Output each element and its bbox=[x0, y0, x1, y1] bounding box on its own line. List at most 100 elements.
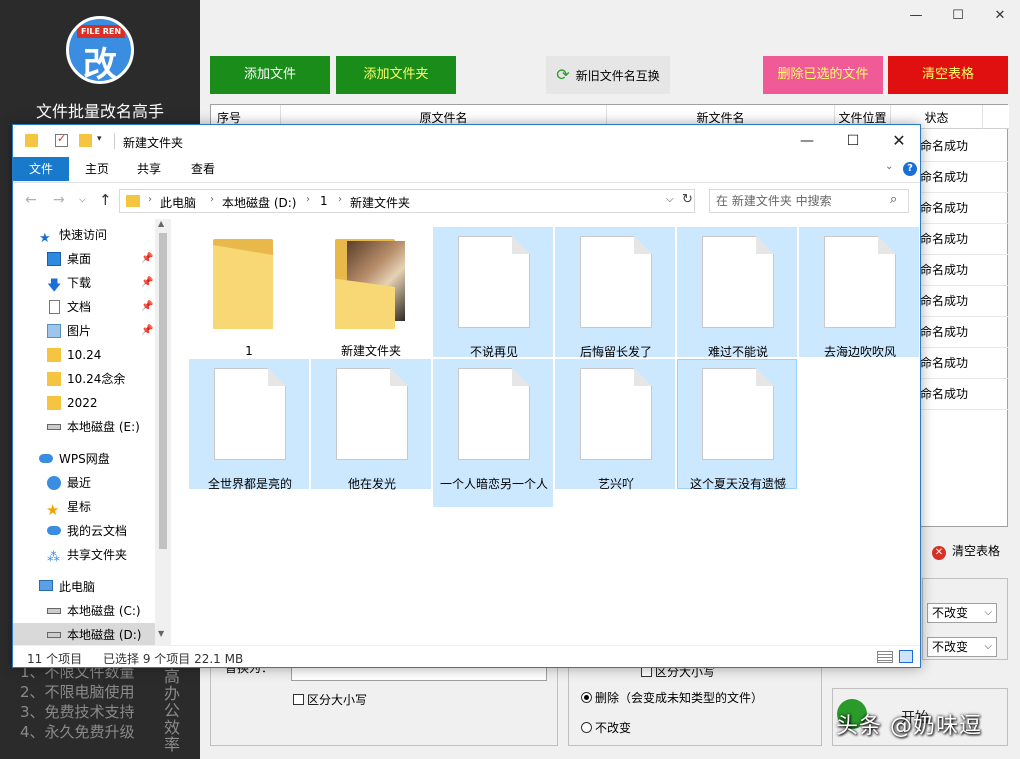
file-icon bbox=[580, 236, 652, 328]
folder-icon[interactable] bbox=[25, 134, 38, 147]
nav-item-downloads[interactable]: 🡇 下载 📌 bbox=[13, 271, 155, 295]
close-button[interactable]: ✕ bbox=[988, 6, 1012, 26]
recent-locations-icon[interactable]: ⌵ bbox=[79, 195, 86, 205]
nav-item-wps-cloud[interactable]: WPS网盘 bbox=[13, 447, 155, 471]
nav-item-drive-c[interactable]: 本地磁盘 (C:) bbox=[13, 599, 155, 623]
nav-item-desktop[interactable]: 桌面 📌 bbox=[13, 247, 155, 271]
new-folder-icon[interactable] bbox=[79, 134, 92, 147]
minimize-button[interactable]: — bbox=[787, 129, 827, 153]
swap-names-button[interactable]: ⟳ 新旧文件名互换 bbox=[546, 56, 670, 94]
delete-selected-button[interactable]: 删除已选的文件 bbox=[763, 56, 883, 94]
nav-item-folder[interactable]: 10.24念余 bbox=[13, 367, 155, 391]
list-item-folder[interactable]: 1 bbox=[189, 227, 309, 358]
tab-home[interactable]: 主页 bbox=[75, 157, 119, 181]
nav-item-this-pc[interactable]: 此电脑 bbox=[13, 575, 155, 599]
chevron-right-icon[interactable]: › bbox=[338, 194, 342, 205]
case-sensitive-checkbox[interactable]: 区分大小写 bbox=[293, 691, 367, 708]
nav-item-folder[interactable]: 2022 bbox=[13, 391, 155, 415]
nav-item-documents[interactable]: 文档 📌 bbox=[13, 295, 155, 319]
tab-file[interactable]: 文件 bbox=[13, 157, 69, 181]
nav-label: 快速访问 bbox=[59, 228, 108, 242]
breadcrumb-this-pc[interactable]: 此电脑 bbox=[160, 194, 196, 211]
pin-icon[interactable]: 📌 bbox=[141, 295, 153, 319]
pin-icon[interactable]: 📌 bbox=[141, 271, 153, 295]
file-name: 他在发光 bbox=[347, 477, 396, 491]
table-row-status: 命名成功 bbox=[920, 379, 1008, 410]
feature-item: 2、不限电脑使用 bbox=[20, 683, 135, 701]
share-icon: ⁂ bbox=[47, 550, 60, 565]
scroll-thumb[interactable] bbox=[159, 233, 167, 549]
radio-keep-extension[interactable]: 不改变 bbox=[581, 719, 631, 736]
nav-item-folder[interactable]: 10.24 bbox=[13, 343, 155, 367]
search-input[interactable] bbox=[716, 193, 876, 209]
up-icon[interactable]: ↑ bbox=[99, 191, 112, 209]
properties-icon[interactable] bbox=[55, 132, 68, 147]
file-name: 一个人暗恋另一个人 bbox=[440, 477, 549, 491]
file-icon bbox=[702, 368, 774, 460]
list-item-file[interactable]: 难过不能说 bbox=[677, 227, 797, 359]
chevron-right-icon[interactable]: › bbox=[148, 194, 152, 205]
breadcrumb-drive-d[interactable]: 本地磁盘 (D:) bbox=[222, 194, 296, 211]
chevron-down-icon[interactable]: ⌵ bbox=[666, 194, 674, 205]
forward-icon[interactable]: → bbox=[53, 192, 65, 208]
chevron-right-icon[interactable]: › bbox=[210, 194, 214, 205]
nav-item-shared-folder[interactable]: ⁂ 共享文件夹 bbox=[13, 543, 155, 567]
details-view-icon[interactable] bbox=[877, 651, 893, 663]
list-item-file[interactable]: 后悔留长发了 bbox=[555, 227, 675, 359]
refresh-icon[interactable]: ↻ bbox=[682, 192, 693, 207]
pin-icon[interactable]: 📌 bbox=[141, 247, 153, 271]
add-file-button[interactable]: 添加文件 bbox=[210, 56, 330, 94]
minimize-button[interactable]: — bbox=[904, 6, 928, 26]
search-box[interactable]: ⌕ bbox=[709, 189, 909, 213]
pin-icon[interactable]: 📌 bbox=[141, 319, 153, 343]
chevron-right-icon[interactable]: › bbox=[306, 194, 310, 205]
search-icon[interactable]: ⌕ bbox=[890, 192, 897, 207]
nav-item-recent[interactable]: 最近 bbox=[13, 471, 155, 495]
window-title: 新建文件夹 bbox=[123, 136, 184, 150]
table-row-status: 命名成功 bbox=[920, 286, 1008, 317]
chevron-down-icon: ⌵ bbox=[984, 641, 992, 652]
list-item-file[interactable]: 去海边吹吹风 bbox=[799, 227, 919, 359]
list-item-file[interactable]: 不说再见 bbox=[433, 227, 553, 359]
close-button[interactable]: ✕ bbox=[879, 129, 919, 153]
maximize-button[interactable]: ☐ bbox=[946, 6, 970, 26]
tab-share[interactable]: 共享 bbox=[129, 157, 169, 181]
clear-table-button[interactable]: 清空表格 bbox=[888, 56, 1008, 94]
folder-icon bbox=[47, 372, 61, 386]
list-item-file[interactable]: 一个人暗恋另一个人 bbox=[433, 359, 553, 507]
list-item-file[interactable]: 全世界都是亮的 bbox=[189, 359, 309, 491]
case-select[interactable]: 不改变 ⌵ bbox=[927, 603, 997, 623]
nav-item-drive-e[interactable]: 本地磁盘 (E:) bbox=[13, 415, 155, 439]
nav-item-pictures[interactable]: 图片 📌 bbox=[13, 319, 155, 343]
file-view[interactable]: 1 新建文件夹 不说再见 后悔留长发了 难过不能说 去海边吹吹风 全世界都是亮的 bbox=[175, 219, 920, 645]
help-icon[interactable]: ? bbox=[903, 162, 917, 176]
scroll-up-icon[interactable]: ▲ bbox=[158, 219, 164, 228]
breadcrumb-folder-1[interactable]: 1 bbox=[320, 194, 328, 208]
radio-delete-extension[interactable]: 删除（会变成未知类型的文件） bbox=[581, 689, 763, 706]
address-bar[interactable]: › 此电脑 › 本地磁盘 (D:) › 1 › 新建文件夹 ⌵ ↻ bbox=[119, 189, 695, 213]
back-icon[interactable]: ← bbox=[25, 192, 37, 208]
nav-label: 我的云文档 bbox=[67, 524, 128, 538]
divider bbox=[114, 133, 115, 149]
nav-item-quick-access[interactable]: ★ 快速访问 bbox=[13, 223, 155, 247]
tab-view[interactable]: 查看 bbox=[181, 157, 225, 181]
nav-item-my-cloud-docs[interactable]: 我的云文档 bbox=[13, 519, 155, 543]
list-item-folder[interactable]: 新建文件夹 bbox=[311, 227, 431, 358]
add-folder-button[interactable]: 添加文件夹 bbox=[336, 56, 456, 94]
file-icon bbox=[580, 368, 652, 460]
extension-select[interactable]: 不改变 ⌵ bbox=[927, 637, 997, 657]
nav-item-starred[interactable]: ★ 星标 bbox=[13, 495, 155, 519]
scroll-down-icon[interactable]: ▼ bbox=[158, 629, 164, 638]
clear-table-secondary-button[interactable]: ✕ 清空表格 bbox=[924, 536, 1008, 566]
file-icon bbox=[702, 236, 774, 328]
maximize-button[interactable]: ☐ bbox=[833, 129, 873, 153]
nav-item-drive-d[interactable]: 本地磁盘 (D:) bbox=[13, 623, 155, 645]
list-item-file[interactable]: 这个夏天没有遗憾 bbox=[677, 359, 797, 491]
list-item-file[interactable]: 他在发光 bbox=[311, 359, 431, 491]
list-item-file[interactable]: 艺兴吖 bbox=[555, 359, 675, 491]
breadcrumb-current[interactable]: 新建文件夹 bbox=[350, 194, 410, 211]
large-icons-view-icon[interactable] bbox=[899, 650, 913, 663]
customize-toolbar-icon[interactable]: ▾ bbox=[97, 134, 102, 144]
expand-ribbon-icon[interactable]: ⌄ bbox=[885, 161, 893, 172]
nav-scrollbar[interactable]: ▲ ▼ bbox=[155, 219, 171, 645]
